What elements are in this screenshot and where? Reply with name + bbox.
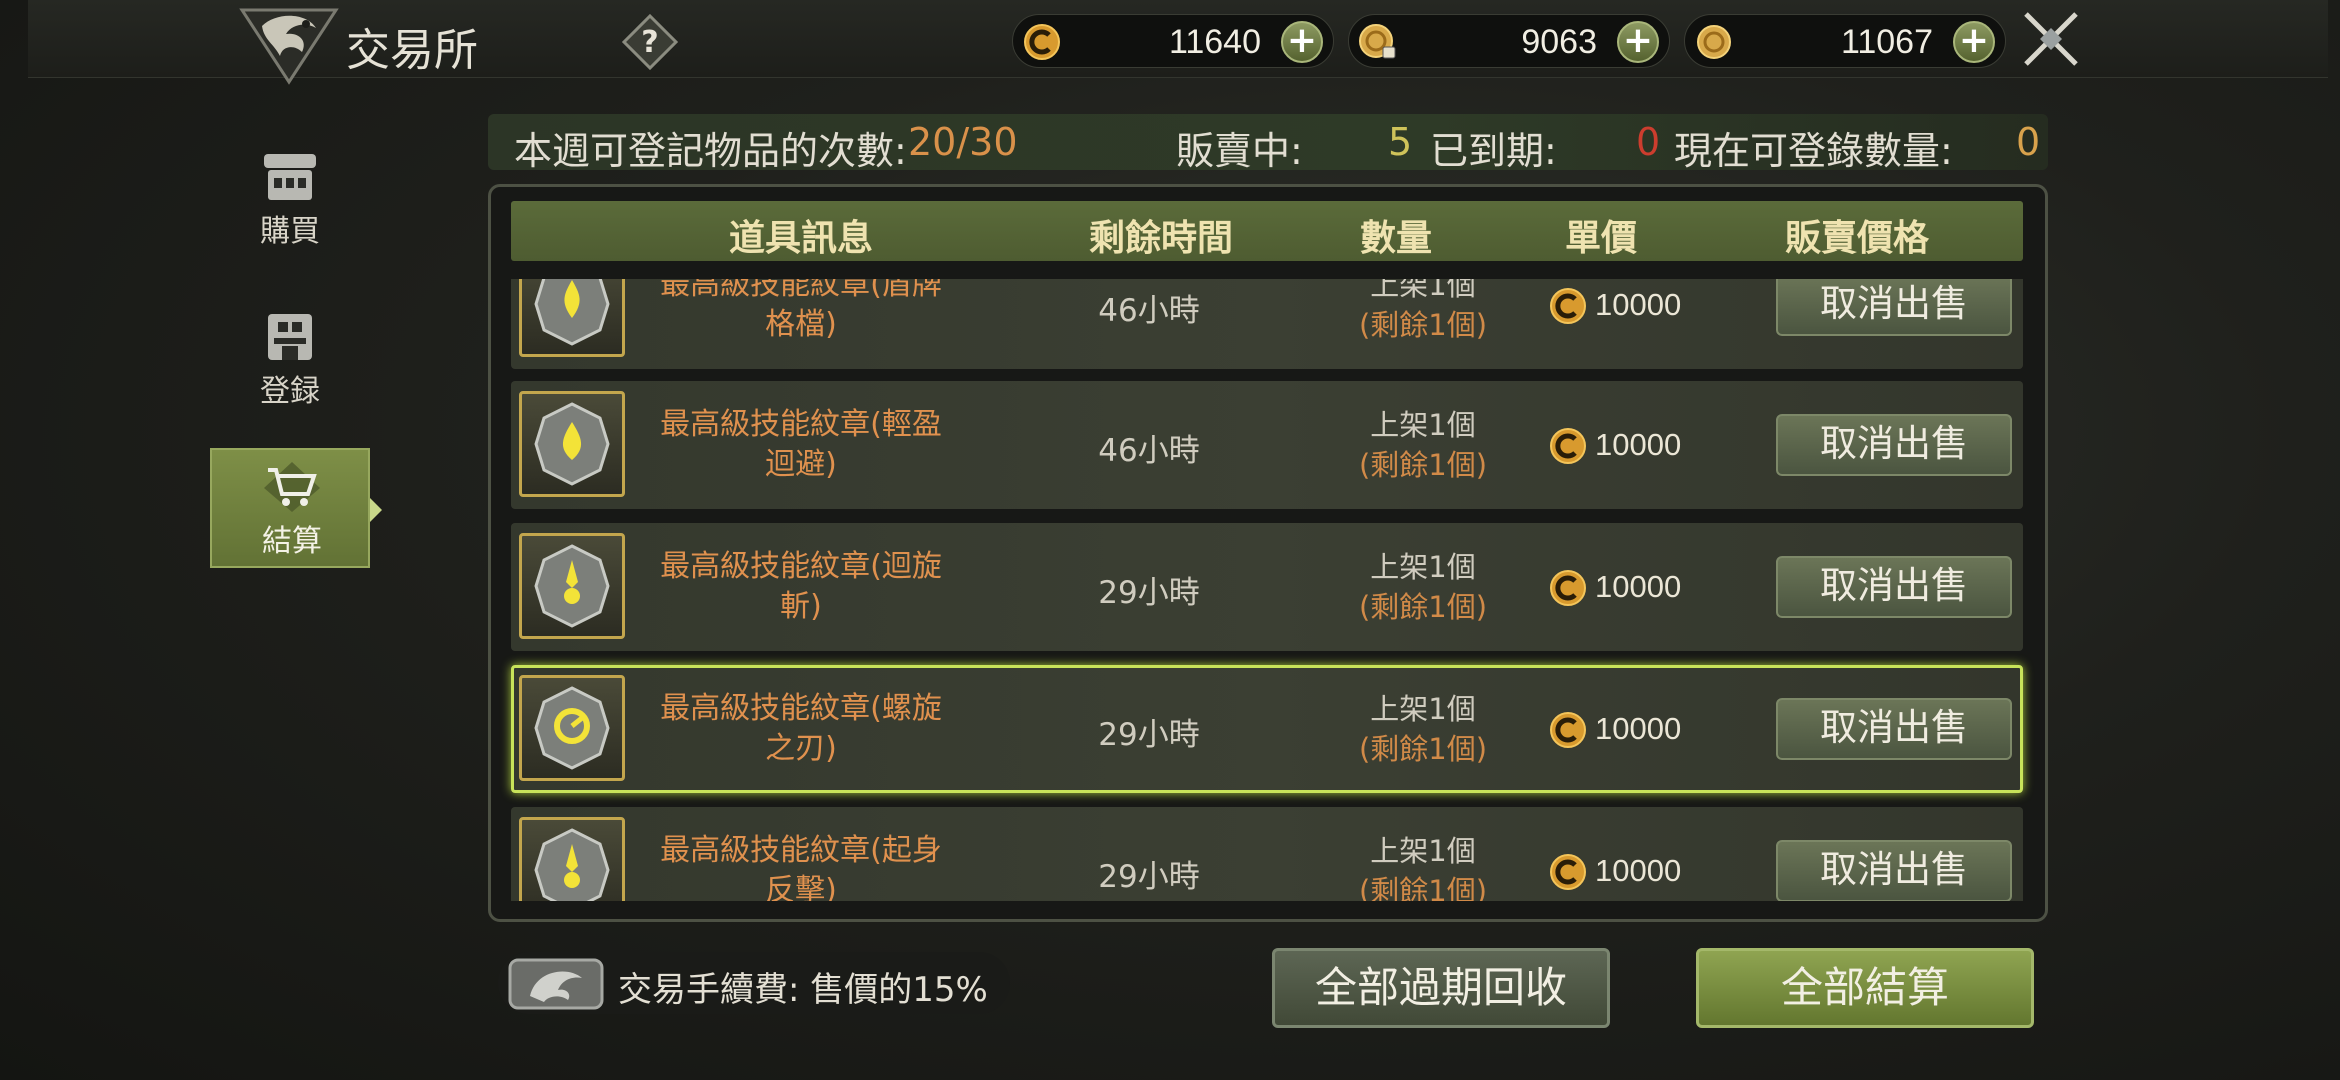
locked-gold-coin-icon xyxy=(1359,24,1396,59)
coin-c-icon xyxy=(1550,288,1586,324)
item-name: 最高級技能紋章(起身 反擊) xyxy=(660,833,942,901)
remaining-time: 29小時 xyxy=(1098,859,1200,895)
quantity: 上架1個 (剩餘1個) xyxy=(1358,279,1488,342)
weekly-count-value: 20/30 xyxy=(908,120,1018,164)
collect-all-expired-button[interactable]: 全部過期回收 xyxy=(1272,948,1610,1028)
coin-c-icon xyxy=(1550,570,1586,606)
skill-emblem-spiral-blade-icon xyxy=(534,686,610,770)
remaining-time: 46小時 xyxy=(1098,293,1200,329)
cart-icon xyxy=(264,462,320,512)
gold-coin-icon xyxy=(1697,25,1731,59)
quantity: 上架1個 (剩餘1個) xyxy=(1358,408,1488,482)
currency-gold-display: 11067 + xyxy=(1684,14,2006,68)
dragon-plate-icon xyxy=(508,958,604,1010)
expired-value: 0 xyxy=(1636,120,1661,164)
sidebar-item-label: 登録 xyxy=(260,374,320,409)
quantity: 上架1個 (剩餘1個) xyxy=(1358,550,1488,624)
quantity: 上架1個 (剩餘1個) xyxy=(1358,834,1488,901)
available-value: 0 xyxy=(2016,120,2041,164)
skill-emblem-counter-icon xyxy=(534,828,610,901)
item-slot[interactable] xyxy=(519,817,625,901)
unit-price: 10000 xyxy=(1595,711,1682,746)
svg-text:?: ? xyxy=(641,25,658,60)
item-name: 最高級技能紋章(輕盈 迴避) xyxy=(660,407,942,482)
coin-c-icon xyxy=(1024,24,1060,60)
page-title: 交易所 xyxy=(346,25,478,76)
active-indicator xyxy=(370,498,382,522)
weekly-count-label: 本週可登記物品的次數: xyxy=(514,129,907,173)
table-row[interactable]: 最高級技能紋章(輕盈 迴避) 46小時 上架1個 (剩餘1個) 10000 取消出售 xyxy=(511,381,2023,509)
sidebar-item-buy[interactable]: 購買 xyxy=(210,140,370,260)
crossed-swords-close-icon xyxy=(2024,12,2078,66)
dragon-emblem-icon xyxy=(236,4,342,86)
currency-c-value: 11640 xyxy=(1168,23,1261,61)
remaining-time: 29小時 xyxy=(1098,575,1200,611)
item-slot[interactable] xyxy=(519,675,625,781)
expired-label: 已到期: xyxy=(1430,129,1557,173)
stats-bar: 本週可登記物品的次數: 20/30 販賣中: 5 已到期: 0 現在可登錄數量:… xyxy=(488,114,2048,173)
trade-fee-info: 交易手續費: 售價的15% xyxy=(498,952,1010,1014)
skill-emblem-shield-icon xyxy=(534,279,610,346)
available-label: 現在可登錄數量: xyxy=(1674,129,1953,173)
cancel-sale-button[interactable]: 取消出售 xyxy=(1776,414,2012,476)
item-name: 最高級技能紋章(迴旋 斬) xyxy=(660,549,942,624)
selling-value: 5 xyxy=(1388,120,1413,164)
help-button[interactable]: ? xyxy=(621,13,679,71)
selling-label: 販賣中: xyxy=(1176,129,1303,173)
unit-price: 10000 xyxy=(1595,853,1682,888)
col-unit-price: 單價 xyxy=(1564,218,1637,259)
currency-locked-gold-display: 9063 + xyxy=(1348,14,1670,68)
cancel-sale-button[interactable]: 取消出售 xyxy=(1776,556,2012,618)
table-row[interactable]: 最高級技能紋章(迴旋 斬) 29小時 上架1個 (剩餘1個) 10000 取消出售 xyxy=(511,523,2023,651)
skill-emblem-evade-icon xyxy=(534,402,610,486)
currency-c-display: 11640 + xyxy=(1012,14,1334,68)
table-row[interactable]: 最高級技能紋章(盾牌 格檔) 46小時 上架1個 (剩餘1個) 10000 取消出售 xyxy=(511,279,2023,369)
cancel-sale-button[interactable]: 取消出售 xyxy=(1776,279,2012,336)
item-name: 最高級技能紋章(盾牌 格檔) xyxy=(660,279,942,342)
cancel-sale-button[interactable]: 取消出售 xyxy=(1776,698,2012,760)
col-item-info: 道具訊息 xyxy=(728,218,873,259)
table-row[interactable]: 最高級技能紋章(起身 反擊) 29小時 上架1個 (剩餘1個) 10000 取消出售 xyxy=(511,807,2023,901)
add-locked-gold-button[interactable]: + xyxy=(1617,21,1659,63)
settle-all-button[interactable]: 全部結算 xyxy=(1696,948,2034,1028)
sidebar-item-settle[interactable]: 結算 xyxy=(210,448,382,568)
table-scroll-area[interactable]: 最高級技能紋章(盾牌 格檔) 46小時 上架1個 (剩餘1個) 10000 取消出售… xyxy=(491,279,2045,901)
sidebar-item-label: 結算 xyxy=(262,524,322,559)
coin-c-icon xyxy=(1550,854,1586,890)
col-sale-price: 販賣價格 xyxy=(1784,218,1929,259)
table-header: 道具訊息 剩餘時間 數量 單價 販賣價格 xyxy=(511,201,2023,261)
col-remaining-time: 剩餘時間 xyxy=(1088,218,1233,259)
item-slot[interactable] xyxy=(519,533,625,639)
cancel-sale-button[interactable]: 取消出售 xyxy=(1776,840,2012,901)
register-box-icon xyxy=(268,314,312,360)
unit-price: 10000 xyxy=(1595,427,1682,462)
table-row-selected[interactable]: 最高級技能紋章(螺旋 之刃) 29小時 上架1個 (剩餘1個) 10000 取消出售 xyxy=(511,665,2023,793)
currency-gold-value: 11067 xyxy=(1840,23,1933,61)
listing-table: 道具訊息 剩餘時間 數量 單價 販賣價格 最高級技能紋章(盾牌 格檔) 46小時 … xyxy=(488,184,2048,922)
item-name: 最高級技能紋章(螺旋 之刃) xyxy=(660,691,942,766)
sidebar-item-label: 購買 xyxy=(260,214,320,249)
add-currency-c-button[interactable]: + xyxy=(1281,21,1323,63)
remaining-time: 29小時 xyxy=(1098,717,1200,753)
skill-emblem-spin-slash-icon xyxy=(534,544,610,628)
currency-locked-gold-value: 9063 xyxy=(1521,23,1597,61)
coin-c-icon xyxy=(1550,428,1586,464)
trade-fee-text: 交易手續費: 售價的15% xyxy=(618,970,988,1010)
question-mark-icon: ? xyxy=(621,13,679,71)
coin-c-icon xyxy=(1550,712,1586,748)
add-gold-button[interactable]: + xyxy=(1953,21,1995,63)
shop-icon xyxy=(264,154,316,200)
unit-price: 10000 xyxy=(1595,569,1682,604)
col-quantity: 數量 xyxy=(1359,218,1432,259)
remaining-time: 46小時 xyxy=(1098,433,1200,469)
item-slot[interactable] xyxy=(519,391,625,497)
quantity: 上架1個 (剩餘1個) xyxy=(1358,692,1488,766)
close-button[interactable] xyxy=(2018,6,2084,72)
item-slot[interactable] xyxy=(519,279,625,357)
unit-price: 10000 xyxy=(1595,287,1682,322)
sidebar-item-register[interactable]: 登録 xyxy=(210,300,370,420)
